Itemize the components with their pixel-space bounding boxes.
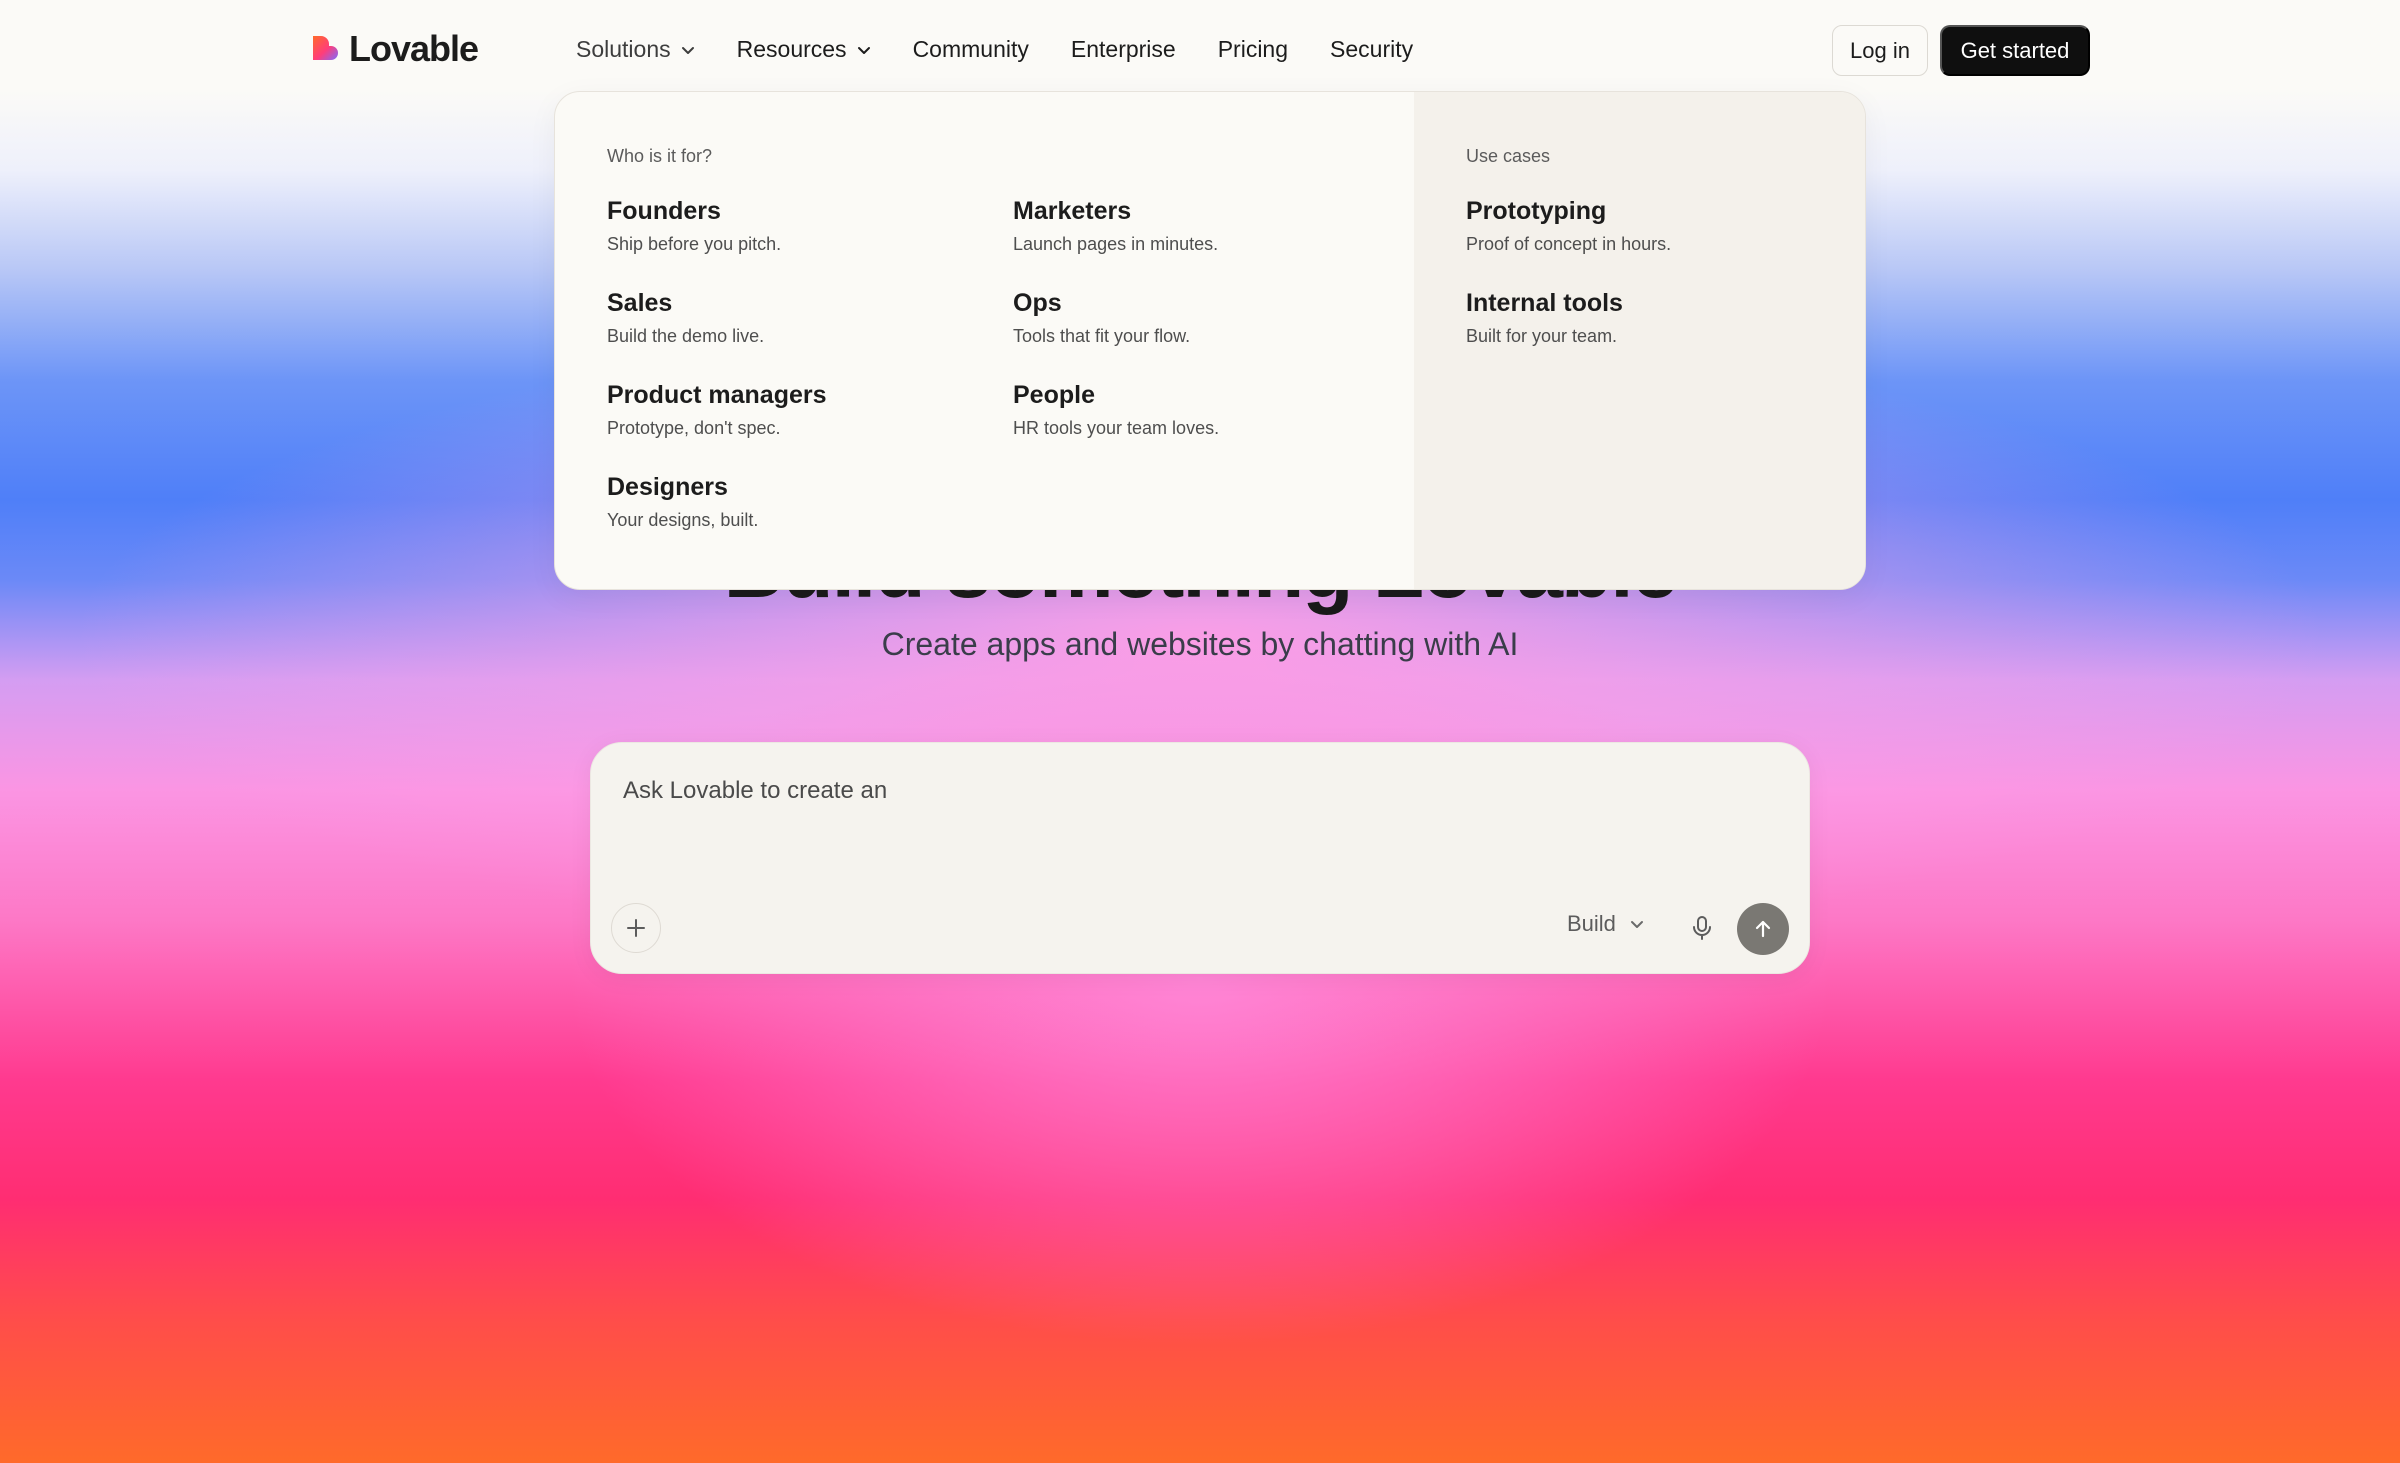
nav-item-label: Community	[912, 36, 1029, 62]
solution-title: Ops	[1013, 289, 1062, 317]
solution-title: Designers	[607, 473, 728, 501]
arrow-up-icon	[1755, 920, 1771, 938]
top-nav: Lovable Solutions Resources Community En…	[0, 0, 2400, 100]
use-cases-heading: Use cases	[1466, 146, 1551, 166]
solution-item-marketers[interactable]: Marketers Launch pages in minutes.	[1013, 197, 1393, 289]
mode-select[interactable]: Build	[1567, 911, 1644, 937]
nav-item-label: Solutions	[576, 36, 671, 62]
chevron-down-icon	[857, 46, 870, 54]
solutions-dropdown: Who is it for? Founders Ship before you …	[554, 91, 1866, 590]
main-menu: Solutions Resources Community Enterprise…	[576, 36, 1455, 63]
send-button[interactable]	[1737, 903, 1789, 955]
nav-item-label: Pricing	[1217, 36, 1289, 62]
nav-item-label: Enterprise	[1070, 36, 1176, 62]
nav-item-label: Resources	[736, 36, 847, 62]
attach-button[interactable]	[611, 903, 661, 953]
use-case-item-internal-tools[interactable]: Internal tools Built for your team.	[1466, 289, 1865, 381]
audience-list: Founders Ship before you pitch. Marketer…	[607, 197, 1414, 565]
use-case-description: Built for your team.	[1466, 326, 1618, 346]
get-started-button[interactable]: Get started	[1940, 25, 2090, 76]
solution-title: Product managers	[607, 381, 827, 409]
nav-item-label: Security	[1330, 36, 1414, 62]
use-case-title: Prototyping	[1466, 197, 1607, 225]
solution-item-sales[interactable]: Sales Build the demo live.	[607, 289, 1013, 381]
use-case-title: Internal tools	[1466, 289, 1623, 317]
solution-description: Build the demo live.	[607, 326, 765, 346]
solution-description: Ship before you pitch.	[607, 234, 782, 254]
audience-panel: Who is it for? Founders Ship before you …	[555, 92, 1414, 589]
nav-item-security[interactable]: Security	[1330, 36, 1413, 63]
nav-item-enterprise[interactable]: Enterprise	[1071, 36, 1176, 63]
mode-label: Build	[1567, 911, 1616, 936]
lovable-heart-icon	[313, 36, 338, 60]
solution-item-designers[interactable]: Designers Your designs, built.	[607, 473, 1013, 565]
solution-description: Launch pages in minutes.	[1013, 234, 1219, 254]
use-case-item-prototyping[interactable]: Prototyping Proof of concept in hours.	[1466, 197, 1865, 289]
solution-item-product-managers[interactable]: Product managers Prototype, don't spec.	[607, 381, 1013, 473]
solution-description: HR tools your team loves.	[1013, 418, 1220, 438]
voice-input-button[interactable]	[1687, 911, 1717, 945]
microphone-icon	[1693, 916, 1711, 940]
solution-description: Your designs, built.	[607, 510, 759, 530]
solution-item-founders[interactable]: Founders Ship before you pitch.	[607, 197, 1013, 289]
chevron-down-icon	[1630, 921, 1643, 928]
solution-title: Marketers	[1013, 197, 1132, 225]
brand-name: Lovable	[349, 28, 479, 69]
solution-item-people[interactable]: People HR tools your team loves.	[1013, 381, 1393, 473]
hero-subtitle: Create apps and websites by chatting wit…	[881, 626, 1519, 662]
brand-logo[interactable]: Lovable	[309, 28, 479, 70]
prompt-box: Build	[590, 742, 1810, 974]
solution-title: People	[1013, 381, 1095, 409]
use-cases-panel: Use cases Prototyping Proof of concept i…	[1414, 92, 1865, 589]
audience-heading: Who is it for?	[607, 146, 713, 166]
chevron-down-icon	[681, 46, 694, 54]
plus-icon	[627, 919, 645, 937]
solution-title: Sales	[607, 289, 673, 317]
solution-description: Tools that fit your flow.	[1013, 326, 1191, 346]
use-case-description: Proof of concept in hours.	[1466, 234, 1672, 254]
login-button[interactable]: Log in	[1832, 25, 1928, 76]
nav-item-resources[interactable]: Resources	[737, 36, 871, 63]
solution-description: Prototype, don't spec.	[607, 418, 781, 438]
nav-item-pricing[interactable]: Pricing	[1218, 36, 1288, 63]
nav-item-solutions[interactable]: Solutions	[576, 36, 695, 63]
solution-item-ops[interactable]: Ops Tools that fit your flow.	[1013, 289, 1393, 381]
nav-item-community[interactable]: Community	[913, 36, 1029, 63]
prompt-input[interactable]	[623, 777, 1763, 805]
solution-title: Founders	[607, 197, 721, 225]
